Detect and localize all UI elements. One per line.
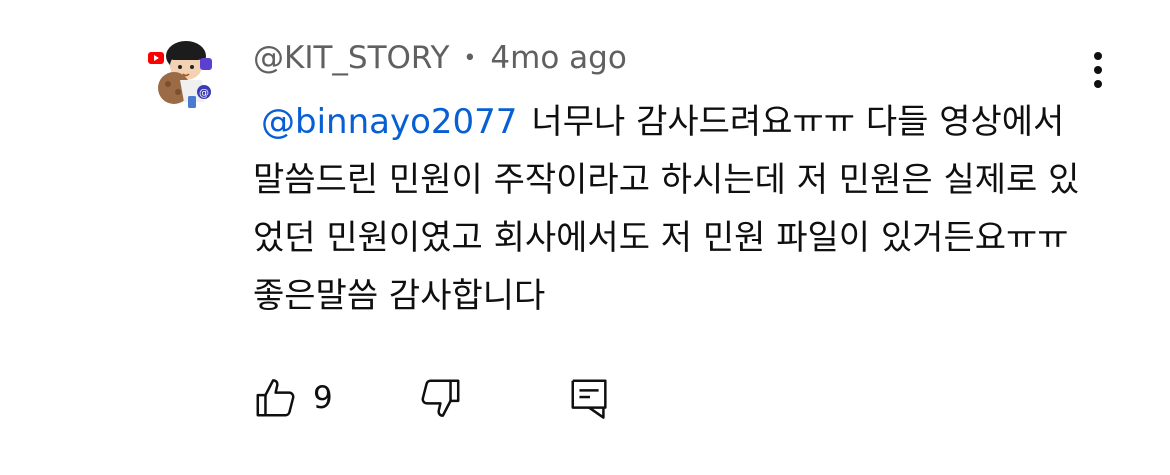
comment-time[interactable]: 4mo ago [490, 40, 626, 76]
author-avatar[interactable]: @ [144, 36, 220, 112]
comment-actions: 9 [253, 372, 613, 424]
thumbs-up-icon [256, 379, 295, 417]
thumbs-down-icon [421, 379, 460, 417]
comment-header: @KIT_STORY • 4mo ago [253, 38, 627, 78]
reply-button[interactable] [567, 375, 613, 421]
like-count: 9 [313, 380, 333, 416]
more-vert-icon-dot [1094, 66, 1102, 74]
svg-text:@: @ [199, 88, 209, 99]
more-vert-icon [1094, 52, 1102, 60]
comment-body: @binnayo2077 너무나 감사드려요ㅠㅠ 다들 영상에서 말씀드린 민원이… [253, 93, 1093, 325]
dislike-button[interactable] [417, 375, 463, 421]
meta-separator: • [463, 45, 477, 71]
mention-link[interactable]: @binnayo2077 [261, 102, 517, 142]
more-vert-icon-dot [1094, 80, 1102, 88]
author-name[interactable]: @KIT_STORY [253, 40, 449, 76]
more-options-button[interactable] [1084, 48, 1112, 92]
comment-reply-icon [571, 379, 607, 419]
like-button[interactable]: 9 [253, 375, 333, 421]
